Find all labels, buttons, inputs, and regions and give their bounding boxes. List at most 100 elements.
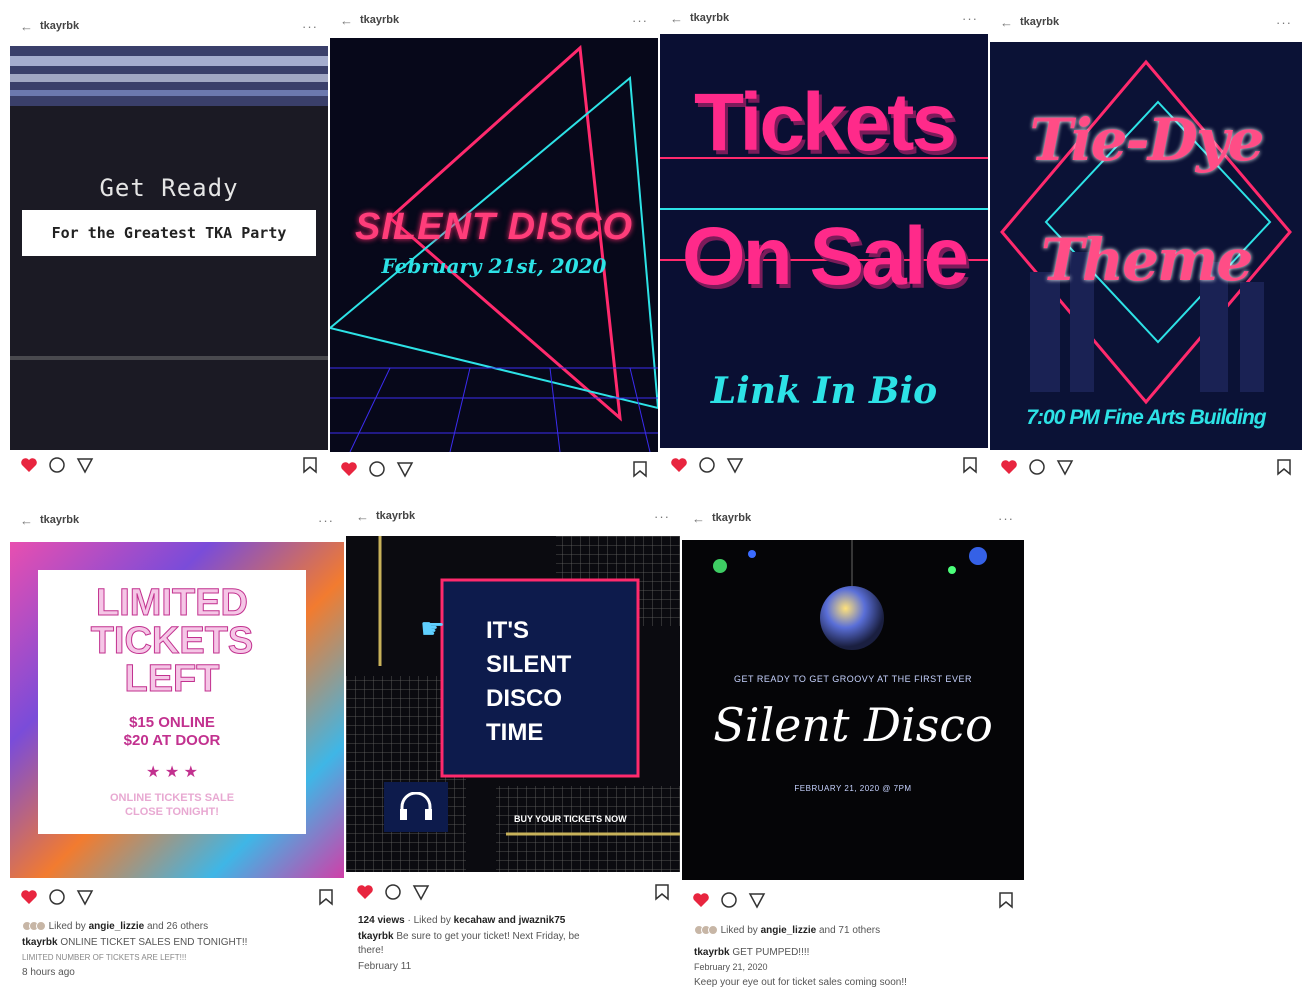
bookmark-icon[interactable] — [632, 460, 648, 478]
heart-icon[interactable] — [356, 884, 374, 900]
liked-others-count[interactable]: and 71 others — [819, 925, 880, 936]
more-options-icon[interactable]: ··· — [302, 19, 318, 34]
share-icon[interactable] — [726, 456, 744, 474]
caption-username[interactable]: tkayrbk — [694, 947, 730, 958]
post-image[interactable]: Tie-Dye Theme 7:00 PM Fine Arts Building — [990, 42, 1302, 450]
back-arrow-icon[interactable]: ← — [670, 11, 684, 26]
post-image[interactable]: Tickets On Sale Link In Bio — [660, 34, 988, 448]
comment-icon[interactable] — [48, 888, 66, 906]
liked-by-user[interactable]: angie_lizzie — [89, 921, 145, 932]
share-icon[interactable] — [748, 891, 766, 909]
post-title: Tickets — [693, 77, 957, 168]
share-icon[interactable] — [76, 888, 94, 906]
more-options-icon[interactable]: ··· — [962, 11, 978, 26]
share-icon[interactable] — [76, 456, 94, 474]
comment-icon[interactable] — [698, 456, 716, 474]
post-image[interactable]: ☛ IT'S SILENT DISCO TIME BUY YOUR TICKET… — [346, 536, 680, 872]
comment-icon[interactable] — [48, 456, 66, 474]
views-line: 124 views · Liked by kecahaw and jwaznik… — [358, 915, 566, 926]
post-image[interactable]: GET READY TO GET GROOVY AT THE FIRST EVE… — [682, 540, 1024, 880]
post-event-details: 7:00 PM Fine Arts Building — [1026, 406, 1266, 429]
post-card: ← tkayrbk ··· Get Ready For the Greatest… — [10, 8, 328, 498]
post-image[interactable]: Get Ready For the Greatest TKA Party — [10, 46, 328, 450]
heart-icon[interactable] — [670, 457, 688, 473]
back-arrow-icon[interactable]: ← — [20, 19, 34, 34]
post-card: ← tkayrbk ··· SILENT DISCO February 21st… — [330, 2, 658, 497]
post-subtitle: February 21st, 2020 — [381, 254, 607, 278]
likes-line: Liked by angie_lizzie and 71 others — [694, 924, 1014, 937]
hand-pointer-icon: ☛ — [420, 613, 446, 644]
post-title-script: Silent Disco — [713, 698, 993, 752]
back-arrow-icon[interactable]: ← — [340, 13, 354, 28]
heart-icon[interactable] — [20, 457, 38, 473]
bookmark-icon[interactable] — [962, 456, 978, 474]
comment-icon[interactable] — [720, 891, 738, 909]
post-title-2: TICKETS — [90, 620, 254, 662]
post-title: IT'S SILENT DISCO TIME — [486, 614, 571, 750]
post-username[interactable]: tkayrbk — [376, 510, 415, 522]
heart-icon[interactable] — [340, 461, 358, 477]
heart-icon[interactable] — [20, 889, 38, 905]
more-options-icon[interactable]: ··· — [318, 513, 334, 528]
bookmark-icon[interactable] — [654, 883, 670, 901]
post-image[interactable]: LIMITED TICKETS LEFT $15 ONLINE $20 AT D… — [10, 542, 344, 878]
liked-by-label: Liked by — [720, 925, 758, 936]
bookmark-icon[interactable] — [998, 891, 1014, 909]
share-icon[interactable] — [412, 883, 430, 901]
post-date-text: FEBRUARY 21, 2020 @ 7PM — [794, 784, 912, 793]
post-subtitle-box: For the Greatest TKA Party — [22, 210, 316, 256]
caption-username[interactable]: tkayrbk — [22, 937, 58, 948]
post-timestamp: 8 hours ago — [22, 967, 75, 978]
more-options-icon[interactable]: ··· — [654, 509, 670, 524]
post-title: LIMITED — [96, 582, 249, 624]
post-username[interactable]: tkayrbk — [360, 14, 399, 26]
post-username[interactable]: tkayrbk — [1020, 16, 1059, 28]
caption: tkayrbk ONLINE TICKET SALES END TONIGHT!… — [22, 936, 334, 949]
caption-text: Be sure to get your ticket! Next Friday,… — [396, 931, 580, 942]
post-title: Tie-Dye — [1029, 106, 1264, 174]
post-image[interactable]: SILENT DISCO February 21st, 2020 — [330, 38, 658, 452]
bookmark-icon[interactable] — [302, 456, 318, 474]
bookmark-icon[interactable] — [1276, 458, 1292, 476]
share-icon[interactable] — [396, 460, 414, 478]
post-username[interactable]: tkayrbk — [690, 12, 729, 24]
caption-date: February 21, 2020 — [694, 962, 768, 972]
caption-continued: LIMITED NUMBER OF TICKETS ARE LEFT!!! — [22, 953, 187, 962]
caption-continued: Keep your eye out for ticket sales comin… — [694, 977, 907, 988]
post-title: Get Ready — [99, 174, 239, 202]
more-options-icon[interactable]: ··· — [632, 13, 648, 28]
post-link-text: Link In Bio — [710, 370, 938, 412]
back-arrow-icon[interactable]: ← — [692, 511, 706, 526]
heart-icon[interactable] — [1000, 459, 1018, 475]
more-options-icon[interactable]: ··· — [1276, 15, 1292, 30]
liked-by-label: Liked by — [413, 915, 451, 926]
back-arrow-icon[interactable]: ← — [356, 509, 370, 524]
post-header: ← tkayrbk ··· — [682, 500, 1024, 536]
post-username[interactable]: tkayrbk — [40, 20, 79, 32]
comment-icon[interactable] — [368, 460, 386, 478]
share-icon[interactable] — [1056, 458, 1074, 476]
more-options-icon[interactable]: ··· — [998, 511, 1014, 526]
post-header: ← tkayrbk ··· — [330, 2, 658, 38]
post-card: ← tkayrbk ··· Tickets On Sale Link In Bi… — [660, 0, 988, 497]
caption-username[interactable]: tkayrbk — [358, 931, 394, 942]
caption: tkayrbk GET PUMPED!!!! — [694, 946, 1014, 959]
caption-text: ONLINE TICKET SALES END TONIGHT!! — [60, 937, 248, 948]
likes-line: Liked by angie_lizzie and 26 others — [22, 920, 334, 933]
liked-others-count[interactable]: and 26 others — [147, 921, 208, 932]
post-subtitle: On Sale — [681, 211, 969, 302]
comment-icon[interactable] — [1028, 458, 1046, 476]
post-card: ← tkayrbk ··· Tie-Dye Theme 7:00 PM Fine… — [990, 4, 1302, 498]
heart-icon[interactable] — [692, 892, 710, 908]
liked-by-user[interactable]: angie_lizzie — [761, 925, 817, 936]
back-arrow-icon[interactable]: ← — [20, 513, 34, 528]
bookmark-icon[interactable] — [318, 888, 334, 906]
post-card: ← tkayrbk ··· ☛ IT'S SILENT DISCO TIME B… — [346, 498, 680, 988]
post-username[interactable]: tkayrbk — [40, 514, 79, 526]
liked-by-user[interactable]: kecahaw and jwaznik75 — [454, 915, 566, 926]
post-username[interactable]: tkayrbk — [712, 512, 751, 524]
back-arrow-icon[interactable]: ← — [1000, 15, 1014, 30]
star-rating-decoration: ★ ★ ★ — [146, 764, 198, 781]
views-count[interactable]: 124 views — [358, 915, 405, 926]
comment-icon[interactable] — [384, 883, 402, 901]
